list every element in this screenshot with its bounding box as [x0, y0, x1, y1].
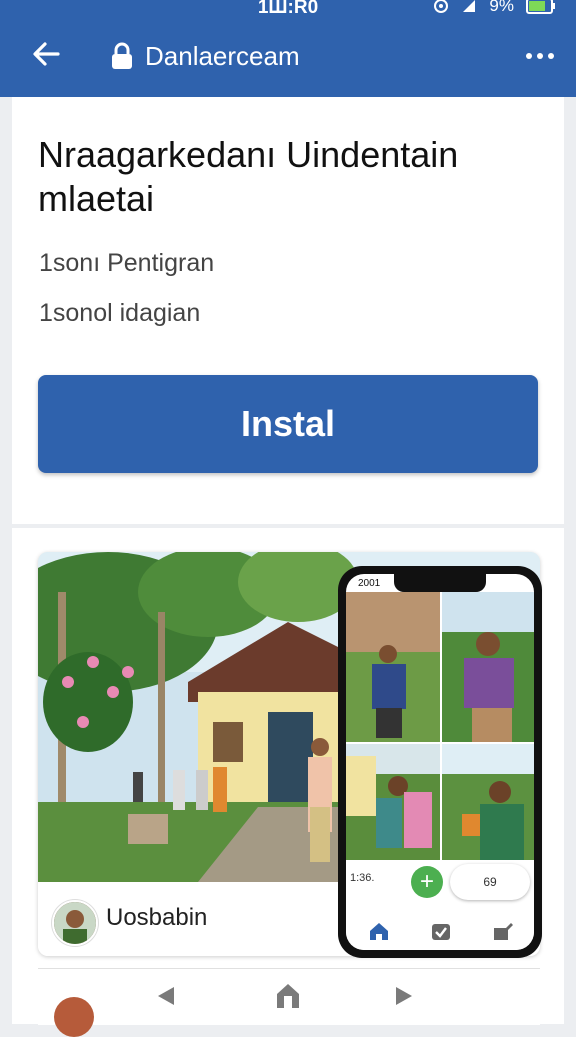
nav-home-icon[interactable]	[275, 982, 301, 1010]
phone-mockup: 2001 1:36. + 69	[338, 566, 542, 958]
phone-screen: 2001 1:36. + 69	[346, 574, 534, 950]
phone-notch	[394, 574, 486, 592]
phone-tab-bar	[346, 912, 534, 948]
status-icons: 9%	[433, 0, 556, 16]
check-box-icon[interactable]	[430, 920, 452, 942]
phone-time: 2001	[358, 578, 381, 589]
nav-forward-icon[interactable]	[392, 984, 416, 1008]
app-meta-2: 1sonol idagian	[39, 299, 201, 327]
phone-right-chip[interactable]: 69	[450, 864, 530, 900]
gallery-tile[interactable]	[442, 744, 534, 860]
home-icon[interactable]	[368, 920, 390, 942]
app-bar: 1Ш:R0 9% Danlaerceam	[0, 0, 576, 97]
gallery-tile[interactable]	[346, 592, 440, 742]
more-options-icon[interactable]	[526, 53, 554, 59]
page-title: Danlaerceam	[145, 41, 300, 71]
app-title: Nraagarkedanı Uindentain mlaetai	[38, 134, 459, 219]
install-button[interactable]: Instal	[38, 375, 538, 473]
battery-percent: 9%	[489, 0, 514, 15]
gallery-tile[interactable]	[442, 592, 534, 742]
back-arrow-icon[interactable]	[30, 38, 62, 70]
phone-bottom-panel: 1:36. + 69	[346, 860, 534, 950]
avatar[interactable]	[52, 900, 98, 946]
gallery-tile[interactable]	[346, 744, 440, 860]
lock-icon	[112, 42, 132, 69]
edit-icon[interactable]	[492, 920, 514, 942]
app-listing-card: Nraagarkedanı Uindentain mlaetai 1sonı P…	[12, 97, 564, 524]
nav-back-icon[interactable]	[154, 984, 178, 1008]
app-meta-1: 1sonı Pentigran	[39, 249, 215, 277]
location-icon	[434, 0, 449, 13]
phone-left-label: 1:36.	[350, 872, 375, 884]
add-fab-button[interactable]: +	[411, 866, 443, 898]
author-name: Uosbabin	[106, 904, 208, 931]
system-nav-bar	[0, 978, 576, 1018]
battery-icon	[526, 0, 555, 14]
signal-icon	[463, 0, 476, 12]
